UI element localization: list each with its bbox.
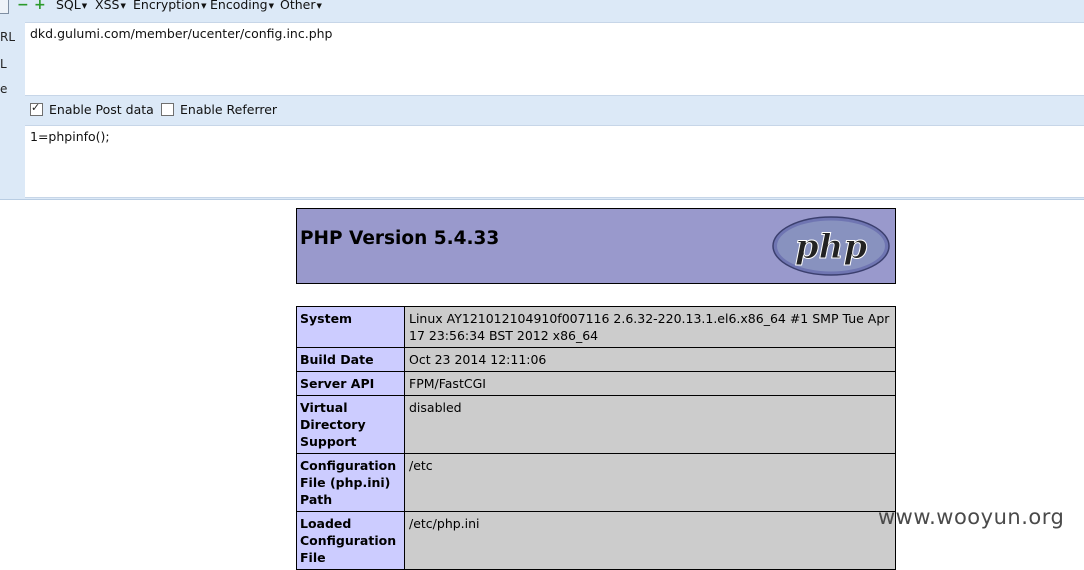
menu-other[interactable]: Other▼ xyxy=(280,0,322,13)
load-dropdown-stub[interactable] xyxy=(0,0,9,14)
row-value: FPM/FastCGI xyxy=(404,371,896,396)
execute-label[interactable]: e xyxy=(0,78,15,100)
url-textarea[interactable]: dkd.gulumi.com/member/ucenter/config.inc… xyxy=(25,22,1084,96)
table-row: Build Date Oct 23 2014 12:11:06 xyxy=(296,347,896,372)
caret-down-icon: ▼ xyxy=(316,1,322,10)
menu-sql[interactable]: SQL▼ xyxy=(56,0,87,13)
caret-down-icon: ▼ xyxy=(81,1,88,10)
enable-referrer-option[interactable]: Enable Referrer xyxy=(161,102,277,117)
menu-encryption[interactable]: Encryption▼ xyxy=(133,0,207,13)
row-key: Virtual Directory Support xyxy=(296,395,405,454)
row-value: Linux AY121012104910f007116 2.6.32-220.1… xyxy=(404,306,896,348)
table-row: Configuration File (php.ini) Path /etc xyxy=(296,453,896,512)
row-value: /etc xyxy=(404,453,896,512)
post-data-text: 1=phpinfo(); xyxy=(30,129,110,144)
enable-post-option[interactable]: Enable Post data xyxy=(30,101,154,117)
decrease-icon[interactable]: − xyxy=(17,0,29,12)
enable-post-label: Enable Post data xyxy=(49,102,154,117)
row-key: Configuration File (php.ini) Path xyxy=(296,453,405,512)
caret-down-icon: ▼ xyxy=(120,1,126,10)
load-url-label[interactable]: RL xyxy=(0,24,15,51)
php-logo-icon: php xyxy=(772,216,890,276)
row-key: Build Date xyxy=(296,347,405,372)
caret-down-icon: ▼ xyxy=(268,1,274,10)
url-text: dkd.gulumi.com/member/ucenter/config.inc… xyxy=(30,26,333,41)
row-value: /etc/php.ini xyxy=(404,511,896,570)
post-data-textarea[interactable]: 1=phpinfo(); xyxy=(25,125,1084,198)
menu-xss[interactable]: XSS▼ xyxy=(95,0,126,13)
table-row: Loaded Configuration File /etc/php.ini xyxy=(296,511,896,570)
hackbar-menubar: − + SQL▼ XSS▼ Encryption▼ Encoding▼ Othe… xyxy=(0,0,1084,14)
menu-encoding[interactable]: Encoding▼ xyxy=(210,0,274,13)
increase-icon[interactable]: + xyxy=(34,0,46,12)
row-value: disabled xyxy=(404,395,896,454)
php-logo-text: php xyxy=(795,227,867,267)
table-row: System Linux AY121012104910f007116 2.6.3… xyxy=(296,306,896,348)
table-row: Server API FPM/FastCGI xyxy=(296,371,896,396)
split-url-label[interactable]: L xyxy=(0,51,15,78)
hackbar-panel: − + SQL▼ XSS▼ Encryption▼ Encoding▼ Othe… xyxy=(0,0,1084,200)
watermark: www.wooyun.org xyxy=(878,505,1065,529)
phpinfo-table: System Linux AY121012104910f007116 2.6.3… xyxy=(296,306,896,570)
row-value: Oct 23 2014 12:11:06 xyxy=(404,347,896,372)
php-version-title: PHP Version 5.4.33 xyxy=(300,228,500,249)
enable-referrer-checkbox[interactable] xyxy=(161,103,174,116)
enable-post-checkbox[interactable] xyxy=(30,101,43,116)
row-key: Server API xyxy=(296,371,405,396)
php-version-header: PHP Version 5.4.33 php xyxy=(296,208,896,284)
side-button-labels: RL L e xyxy=(0,24,15,100)
table-row: Virtual Directory Support disabled xyxy=(296,395,896,454)
enable-referrer-label: Enable Referrer xyxy=(180,102,278,117)
caret-down-icon: ▼ xyxy=(201,1,207,10)
row-key: Loaded Configuration File xyxy=(296,511,405,570)
row-key: System xyxy=(296,306,405,348)
